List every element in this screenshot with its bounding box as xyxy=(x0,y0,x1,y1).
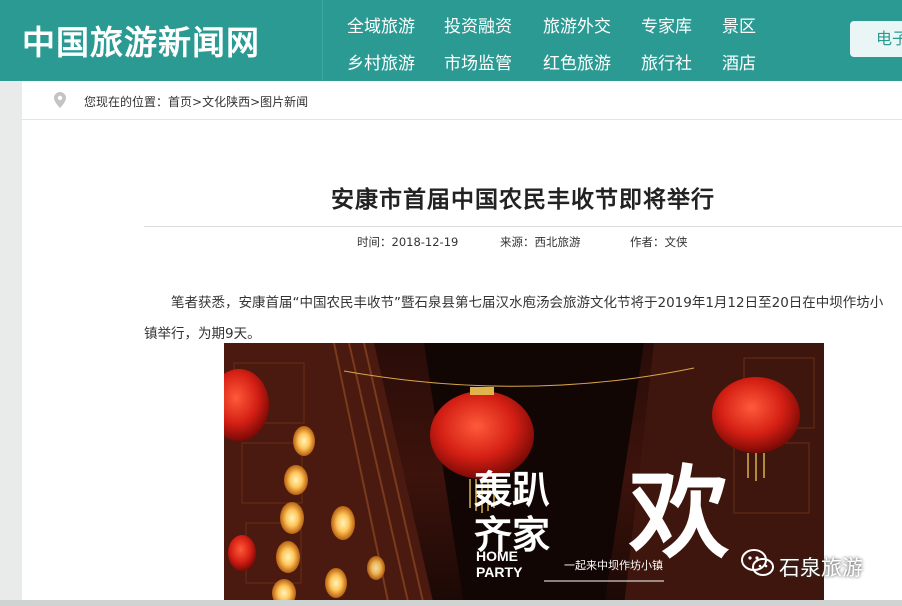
breadcrumb: 您现在的位置：首页>文化陕西>图片新闻 xyxy=(22,81,902,120)
article-paragraph: 笔者获悉，安康首届“中国农民丰收节”暨石泉县第七届汉水庖汤会旅游文化节将于201… xyxy=(144,295,884,342)
article-time: 时间：2018-12-19 xyxy=(357,234,458,250)
breadcrumb-text: 您现在的位置：首页>文化陕西>图片新闻 xyxy=(84,93,308,110)
breadcrumb-photo-news[interactable]: 图片新闻 xyxy=(260,95,308,109)
source-value: 西北旅游 xyxy=(534,235,581,249)
author-value: 文侠 xyxy=(664,235,688,249)
title-divider xyxy=(144,226,902,227)
image-headline-big: 欢 xyxy=(628,454,730,572)
time-value: 2018-12-19 xyxy=(391,235,459,249)
header-divider xyxy=(322,0,323,81)
nav-item-quanyu[interactable]: 全域旅游 xyxy=(347,12,415,37)
article-author: 作者：文侠 xyxy=(630,234,688,250)
image-party-text: PARTY xyxy=(476,564,523,580)
breadcrumb-prefix: 您现在的位置： xyxy=(84,95,169,109)
lantern-street-image: 轰趴 齐家 欢 HOME PARTY 一起来中坝作坊小镇 xyxy=(224,343,824,606)
nav-item-touzi[interactable]: 投资融资 xyxy=(444,12,512,37)
site-logo[interactable]: 中国旅游新闻网 xyxy=(22,16,260,64)
nav-item-hongse[interactable]: 红色旅游 xyxy=(543,49,611,74)
image-slogan: 一起来中坝作坊小镇 xyxy=(564,558,663,572)
e-newspaper-button[interactable]: 电子 xyxy=(850,21,902,57)
breadcrumb-sep: > xyxy=(192,95,203,109)
article-title: 安康市首届中国农民丰收节即将举行 xyxy=(331,187,715,213)
breadcrumb-sep: > xyxy=(250,95,261,109)
image-headline-a: 轰趴 xyxy=(474,468,550,512)
nav-item-lvxingshe[interactable]: 旅行社 xyxy=(641,49,692,74)
nav-item-jiudian[interactable]: 酒店 xyxy=(722,49,756,74)
author-label: 作者： xyxy=(630,235,665,249)
site-header: 中国旅游新闻网 全域旅游 投资融资 旅游外交 专家库 景区 乡村旅游 市场监管 … xyxy=(0,0,902,81)
nav-item-waijiao[interactable]: 旅游外交 xyxy=(543,12,611,37)
nav-item-xiangcun[interactable]: 乡村旅游 xyxy=(347,49,415,74)
wechat-watermark: 石泉旅游 xyxy=(741,548,863,582)
image-home-text: HOME xyxy=(476,548,518,564)
source-label: 来源： xyxy=(500,235,535,249)
nav-item-zhuanjia[interactable]: 专家库 xyxy=(641,12,692,37)
nav-item-jianguan[interactable]: 市场监管 xyxy=(444,49,512,74)
wechat-icon xyxy=(741,549,774,576)
breadcrumb-culture-shaanxi[interactable]: 文化陕西 xyxy=(202,95,250,109)
article-photo: 轰趴 齐家 欢 HOME PARTY 一起来中坝作坊小镇 xyxy=(224,343,824,606)
article-source: 来源：西北旅游 xyxy=(500,234,581,250)
watermark-text: 石泉旅游 xyxy=(779,556,863,580)
nav-item-jingqu[interactable]: 景区 xyxy=(722,12,756,37)
breadcrumb-home[interactable]: 首页 xyxy=(168,95,192,109)
time-label: 时间： xyxy=(357,235,392,249)
location-pin-icon xyxy=(54,92,66,108)
left-gutter xyxy=(0,81,22,606)
horizontal-scrollbar[interactable] xyxy=(0,600,902,606)
